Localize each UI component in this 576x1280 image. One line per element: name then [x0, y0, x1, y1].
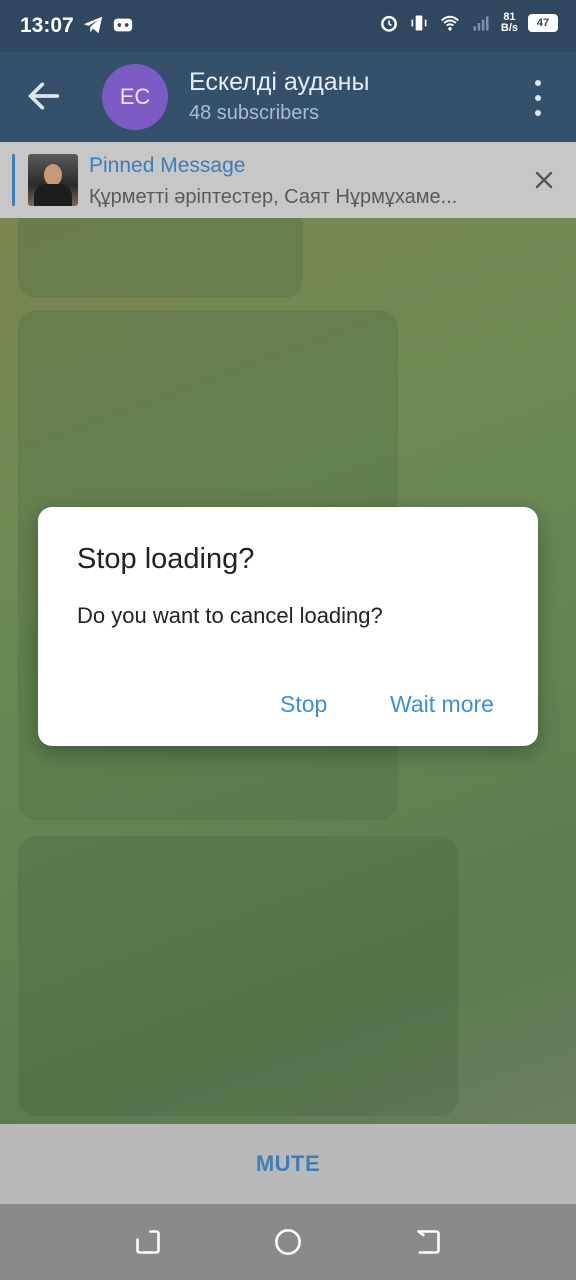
pinned-indicator	[12, 154, 15, 206]
telegram-icon	[83, 16, 103, 34]
dialog-title: Stop loading?	[77, 543, 255, 575]
game-icon	[113, 18, 133, 32]
message-bubble	[18, 218, 303, 298]
close-icon[interactable]	[532, 168, 556, 192]
stop-loading-dialog: Stop loading? Do you want to cancel load…	[38, 507, 538, 746]
status-left-icons	[82, 14, 134, 36]
net-speed-unit: B/s	[500, 22, 518, 34]
pinned-thumbnail	[28, 154, 78, 206]
message-bubble	[18, 836, 458, 1116]
dialog-message: Do you want to cancel loading?	[77, 603, 383, 628]
stop-button[interactable]: Stop	[280, 691, 327, 718]
pinned-message-bar[interactable]: Pinned Message Құрметті әріптестер, Саят…	[0, 142, 576, 218]
battery-level: 47	[536, 17, 550, 29]
home-icon[interactable]	[274, 1228, 302, 1256]
vibrate-icon	[411, 15, 427, 31]
wait-more-button[interactable]: Wait more	[390, 691, 494, 718]
mute-button[interactable]: MUTE	[256, 1151, 320, 1177]
more-options-icon[interactable]	[524, 80, 552, 116]
mute-bar: MUTE	[0, 1124, 576, 1204]
wifi-icon	[440, 15, 459, 31]
system-nav-bar	[0, 1204, 576, 1280]
alarm-icon	[380, 15, 397, 32]
avatar-initials: EC	[119, 84, 151, 109]
status-bar: 13:07 81 B/s 47	[0, 0, 576, 52]
pinned-label: Pinned Message	[89, 154, 246, 177]
status-time: 13:07	[20, 14, 74, 37]
channel-title[interactable]: Ескелді ауданы	[189, 68, 369, 97]
battery-icon: 47	[528, 14, 558, 32]
status-right-icons: 81 B/s 47	[379, 12, 558, 34]
net-speed: 81 B/s	[501, 12, 518, 34]
chat-header: EC Ескелді ауданы 48 subscribers	[0, 52, 576, 142]
signal-icon	[473, 16, 489, 31]
recents-icon[interactable]	[134, 1228, 162, 1256]
back-nav-icon[interactable]	[414, 1228, 442, 1256]
pinned-text: Құрметті әріптестер, Саят Нұрмұхаме...	[89, 186, 458, 208]
subscriber-count: 48 subscribers	[189, 102, 320, 124]
back-arrow-icon[interactable]	[24, 76, 64, 116]
channel-avatar[interactable]: EC	[102, 64, 168, 130]
